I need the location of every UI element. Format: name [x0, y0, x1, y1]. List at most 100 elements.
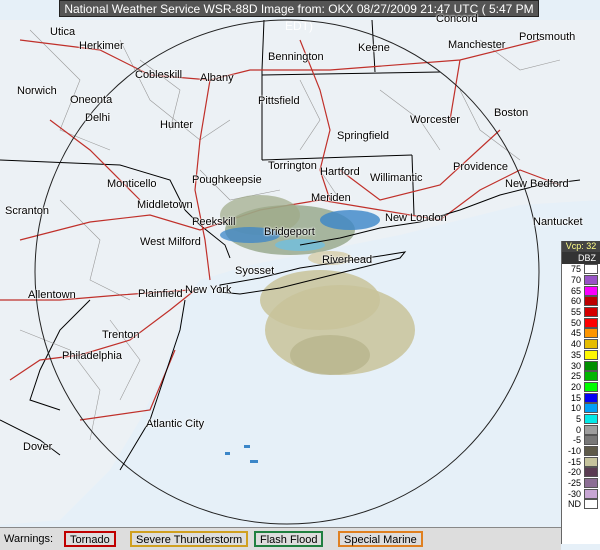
- legend-row: 60: [562, 296, 600, 307]
- legend-row: 30: [562, 360, 600, 371]
- legend-row: 50: [562, 317, 600, 328]
- city-label: Manchester: [448, 39, 506, 51]
- legend-color-swatch: [584, 413, 598, 424]
- city-label: Oneonta: [70, 94, 113, 106]
- city-label: Nantucket: [533, 216, 583, 228]
- legend-color-swatch: [584, 435, 598, 446]
- legend-row: -15: [562, 456, 600, 467]
- legend-row: 15: [562, 392, 600, 403]
- legend-row: -25: [562, 478, 600, 489]
- legend-row: 70: [562, 275, 600, 286]
- legend-color-swatch: [584, 403, 598, 414]
- legend-row: -5: [562, 435, 600, 446]
- reflectivity-legend: Vcp: 32 DBZ 75 70 65 60 55 50 45 40 35 30 25 20 15 10…: [561, 241, 600, 544]
- city-label: Hartford: [320, 166, 360, 178]
- legend-color-swatch: [584, 275, 598, 286]
- legend-color-swatch: [584, 360, 598, 371]
- city-label: Plainfield: [138, 288, 183, 300]
- legend-color-swatch: [584, 488, 598, 499]
- city-label: Herkimer: [79, 40, 124, 52]
- city-label: Willimantic: [370, 172, 423, 184]
- legend-value-label: -25: [567, 478, 581, 489]
- city-label: Meriden: [311, 192, 351, 204]
- legend-color-swatch: [584, 264, 598, 275]
- city-label: Keene: [358, 42, 390, 54]
- legend-row: 45: [562, 328, 600, 339]
- legend-value-label: 60: [570, 296, 581, 307]
- city-label: Philadelphia: [62, 350, 122, 362]
- warning-tornado[interactable]: Tornado: [64, 531, 116, 547]
- legend-value-label: -5: [572, 435, 581, 446]
- legend-color-swatch: [584, 328, 598, 339]
- city-label: Torrington: [268, 160, 317, 172]
- legend-row: -20: [562, 467, 600, 478]
- legend-unit: DBZ: [562, 252, 600, 264]
- city-label: Scranton: [5, 205, 50, 217]
- legend-color-swatch: [584, 285, 598, 296]
- legend-color-swatch: [584, 296, 598, 307]
- city-label: Monticello: [107, 178, 157, 190]
- legend-color-swatch: [584, 392, 598, 403]
- city-label: Portsmouth: [519, 31, 576, 43]
- city-label: Riverhead: [322, 254, 373, 266]
- legend-color-swatch: [584, 307, 598, 318]
- legend-row: 40: [562, 339, 600, 350]
- city-label: Norwich: [17, 85, 57, 97]
- city-label: Trenton: [102, 329, 140, 341]
- legend-rows: 75 70 65 60 55 50 45 40 35 30 25 20 15 10 5 0 -5 -10 -15 -2…: [562, 264, 600, 510]
- city-label: Dover: [23, 441, 53, 453]
- warning-flash-flood[interactable]: Flash Flood: [254, 531, 324, 547]
- legend-color-swatch: [584, 317, 598, 328]
- city-label: Bridgeport: [264, 226, 315, 238]
- legend-color-swatch: [584, 499, 598, 510]
- legend-row: 75: [562, 264, 600, 275]
- legend-row: 5: [562, 413, 600, 425]
- legend-value-label: 15: [570, 392, 581, 403]
- legend-value-label: -15: [567, 456, 581, 467]
- warning-severe-thunderstorm[interactable]: Severe Thunderstorm: [130, 531, 249, 547]
- legend-color-swatch: [584, 446, 598, 457]
- warning-special-marine[interactable]: Special Marine: [338, 531, 423, 547]
- city-label: Worcester: [410, 114, 460, 126]
- city-label: West Milford: [140, 236, 201, 248]
- city-label: New London: [385, 212, 447, 224]
- radar-view: National Weather Service WSR-88D Image f…: [0, 0, 600, 550]
- legend-value-label: 20: [570, 381, 581, 392]
- legend-value-label: 5: [575, 413, 581, 424]
- legend-value-label: 35: [570, 349, 581, 360]
- city-label: Poughkeepsie: [192, 174, 262, 186]
- legend-color-swatch: [584, 424, 598, 435]
- radar-map: [0, 0, 600, 550]
- legend-color-swatch: [584, 456, 598, 467]
- legend-value-label: 25: [570, 371, 581, 382]
- legend-color-swatch: [584, 381, 598, 392]
- legend-value-label: 50: [570, 317, 581, 328]
- legend-row: 55: [562, 307, 600, 318]
- legend-row: 65: [562, 285, 600, 296]
- legend-value-label: 30: [570, 360, 581, 371]
- city-label: Albany: [200, 72, 234, 84]
- legend-row: 10: [562, 403, 600, 414]
- legend-value-label: 65: [570, 285, 581, 296]
- warnings-label: Warnings:: [4, 533, 54, 545]
- legend-row: 35: [562, 349, 600, 361]
- legend-row: -10: [562, 446, 600, 457]
- city-label: Pittsfield: [258, 95, 300, 107]
- city-label: Hunter: [160, 119, 194, 131]
- city-label: Peekskill: [192, 216, 236, 228]
- city-label: Allentown: [28, 289, 76, 301]
- city-label: Delhi: [85, 112, 111, 124]
- city-label: Bennington: [268, 51, 324, 63]
- legend-value-label: 70: [570, 275, 581, 286]
- warnings-bar: Warnings: Tornado Severe Thunderstorm Fl…: [0, 527, 561, 550]
- city-label: Utica: [50, 26, 76, 38]
- legend-value-label: -30: [567, 488, 581, 499]
- legend-row: 20: [562, 381, 600, 393]
- city-label: Cobleskill: [135, 69, 183, 81]
- legend-color-swatch: [584, 349, 598, 360]
- city-label: Concord: [436, 13, 478, 25]
- legend-color-swatch: [584, 339, 598, 350]
- legend-row: -30: [562, 488, 600, 499]
- city-label: Middletown: [137, 199, 193, 211]
- echo-heavy-band: [320, 210, 380, 230]
